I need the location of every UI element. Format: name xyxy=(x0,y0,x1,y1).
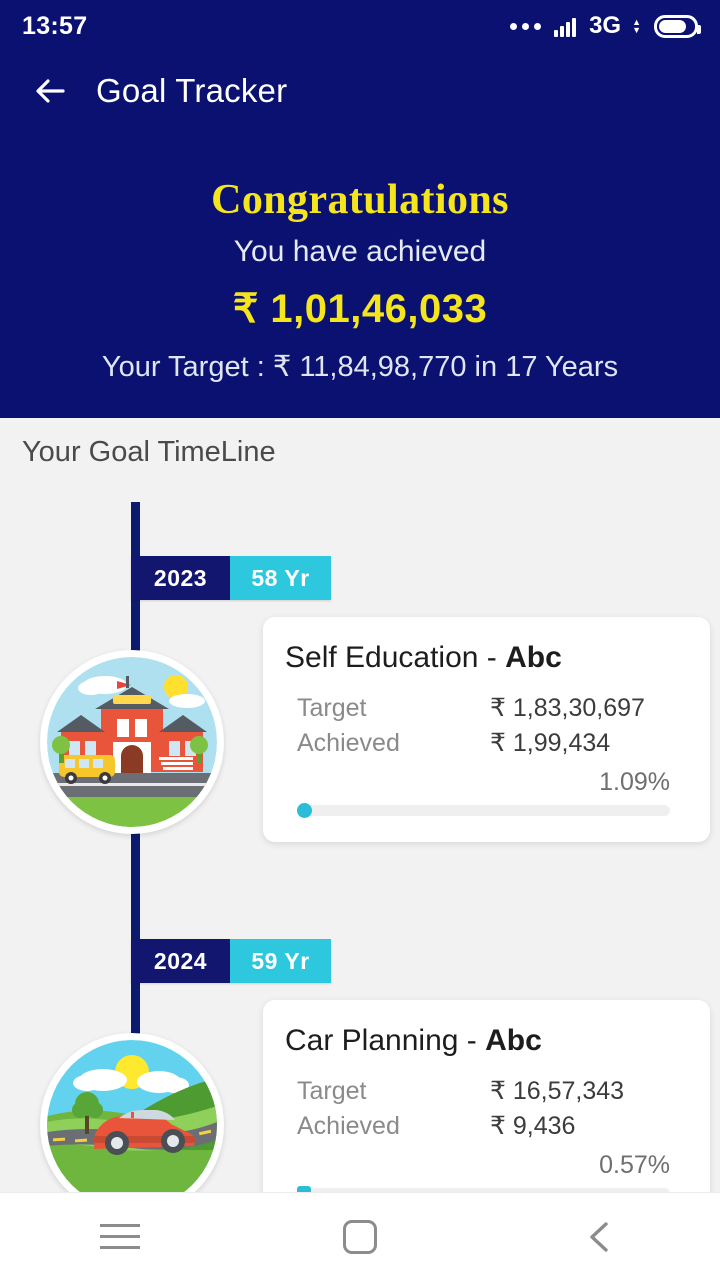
progress-bar[interactable] xyxy=(297,803,670,819)
year-badge[interactable]: 2024 59 Yr xyxy=(131,939,331,984)
goal-card[interactable]: Car Planning - Abc Target ₹ 16,57,343 Ac… xyxy=(263,1000,710,1202)
system-nav-bar xyxy=(0,1192,720,1280)
back-glyph xyxy=(590,1221,608,1252)
congratulations-heading: Congratulations xyxy=(211,177,509,223)
target-summary: Your Target : ₹ 11,84,98,770 in 17 Years xyxy=(101,351,619,384)
target-label: Target xyxy=(297,694,367,723)
goal-card[interactable]: Self Education - Abc Target ₹ 1,83,30,69… xyxy=(263,617,710,843)
year-label: 2023 xyxy=(131,556,230,601)
timeline-section: Your Goal TimeLine 2023 58 Yr Self Educa… xyxy=(0,418,720,1202)
page-title: Goal Tracker xyxy=(96,72,288,109)
goal-name: Self Education xyxy=(285,641,479,675)
achieved-row: Achieved ₹ 9,436 xyxy=(285,1111,682,1141)
progress-thumb[interactable] xyxy=(297,803,312,819)
goal-owner: Abc xyxy=(485,1024,542,1058)
achieved-label: Achieved xyxy=(297,729,400,758)
car-illustration xyxy=(40,1033,224,1202)
app-bar: Goal Tracker xyxy=(0,52,720,130)
age-label: 59 Yr xyxy=(230,939,331,984)
arrow-left-icon[interactable] xyxy=(30,71,70,111)
goal-owner: Abc xyxy=(505,641,562,675)
achieved-row: Achieved ₹ 1,99,434 xyxy=(285,728,682,758)
goal-name: Car Planning xyxy=(285,1024,459,1058)
age-label: 58 Yr xyxy=(230,556,331,601)
achieved-value: ₹ 9,436 xyxy=(490,1112,576,1141)
home-square-icon[interactable] xyxy=(315,1207,405,1267)
year-label: 2024 xyxy=(131,939,230,984)
achieved-amount: ₹ 1,01,46,033 xyxy=(232,287,488,332)
network-3g-icon: 3G xyxy=(589,12,622,39)
target-row: Target ₹ 16,57,343 xyxy=(285,1076,682,1106)
progress-percent: 0.57% xyxy=(599,1151,670,1180)
status-time: 13:57 xyxy=(22,11,88,40)
target-value: ₹ 16,57,343 xyxy=(490,1077,625,1106)
menu-icon[interactable] xyxy=(75,1207,165,1267)
target-label: Target xyxy=(297,1077,367,1106)
achieved-value: ₹ 1,99,434 xyxy=(490,729,611,758)
hero-section: Congratulations You have achieved ₹ 1,01… xyxy=(0,130,720,419)
target-row: Target ₹ 1,83,30,697 xyxy=(285,693,682,723)
menu-glyph xyxy=(100,1224,140,1249)
goal-title-separator: - xyxy=(478,641,506,675)
year-badge[interactable]: 2023 58 Yr xyxy=(131,556,331,601)
signal-icon xyxy=(554,16,577,37)
status-icons: 3G ▲ ▼ xyxy=(510,12,701,40)
goal-card-title: Self Education - Abc xyxy=(285,641,682,675)
achieved-label: You have achieved xyxy=(233,235,487,269)
progress-percent: 1.09% xyxy=(599,768,670,797)
achieved-label: Achieved xyxy=(297,1112,400,1141)
target-value: ₹ 1,83,30,697 xyxy=(490,694,645,723)
more-dots-icon xyxy=(510,22,542,30)
battery-icon xyxy=(654,14,701,38)
goal-title-separator: - xyxy=(458,1024,486,1058)
section-title: Your Goal TimeLine xyxy=(22,436,276,469)
goal-card-title: Car Planning - Abc xyxy=(285,1024,682,1058)
data-arrows-icon: ▲ ▼ xyxy=(632,17,641,35)
home-glyph xyxy=(343,1219,377,1254)
status-bar: 13:57 3G ▲ ▼ xyxy=(0,0,720,52)
chevron-left-icon[interactable] xyxy=(555,1207,645,1267)
school-illustration xyxy=(40,650,224,835)
